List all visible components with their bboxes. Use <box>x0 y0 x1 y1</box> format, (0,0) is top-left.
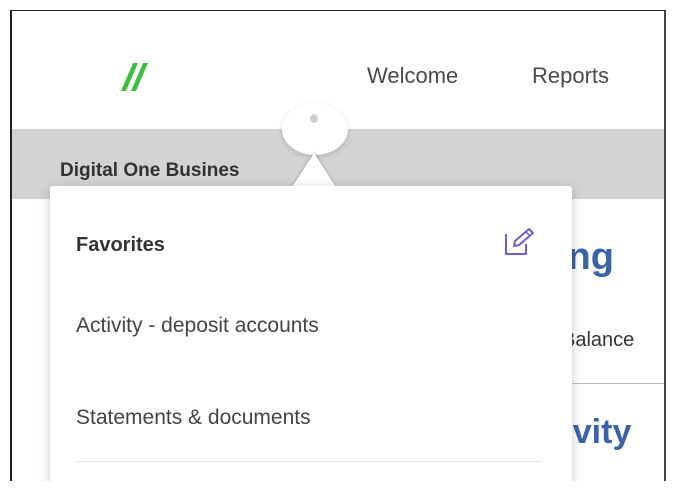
panel-notch <box>292 153 336 187</box>
favorites-dropdown: Favorites Activity - deposit accounts St… <box>50 186 572 481</box>
favorite-item-statements[interactable]: Statements & documents <box>76 406 311 430</box>
nav-welcome[interactable]: Welcome <box>367 63 458 89</box>
pointer-dot-icon <box>310 114 318 123</box>
nav-reports[interactable]: Reports <box>532 63 609 89</box>
background-divider <box>567 383 664 384</box>
favorites-title: Favorites <box>76 234 165 256</box>
bank-logo-icon[interactable] <box>107 51 157 101</box>
menu-pointer[interactable] <box>282 103 348 155</box>
favorite-item-activity[interactable]: Activity - deposit accounts <box>76 314 319 338</box>
account-name[interactable]: Digital One Busines <box>60 160 300 182</box>
edit-pencil-icon[interactable] <box>502 226 538 258</box>
background-balance-label: Balance <box>562 329 635 351</box>
screenshot-frame: Welcome Reports Digital One Busines ing … <box>10 10 666 481</box>
panel-divider <box>76 461 542 462</box>
